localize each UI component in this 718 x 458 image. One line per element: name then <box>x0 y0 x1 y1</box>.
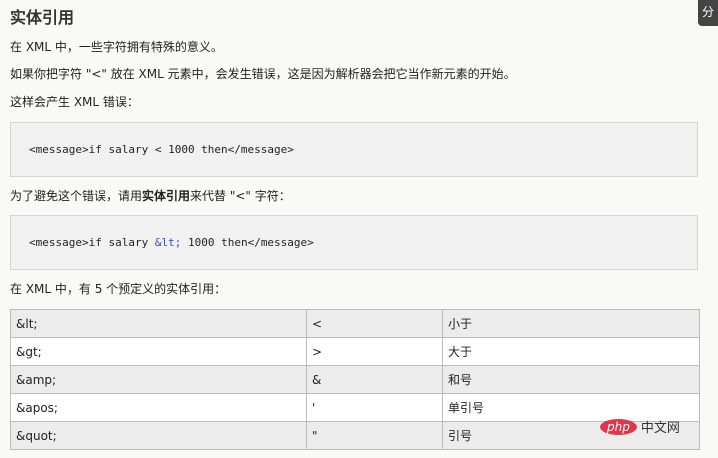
table-cell: 大于 <box>442 337 700 366</box>
paragraph: 这样会产生 XML 错误： <box>10 95 139 109</box>
share-button[interactable]: 分 <box>698 0 718 26</box>
table-cell: > <box>306 337 443 366</box>
entity-table: &lt; < 小于 &gt; > 大于 &amp; & 和号 &apos; ' 单引号 &quot; " 引… <box>10 309 700 450</box>
code-block: <message>if salary < 1000 then</message> <box>10 122 698 177</box>
code-text: <message>if salary < 1000 then</message> <box>29 143 294 156</box>
php-logo: php <box>600 418 637 435</box>
paragraph: 为了避免这个错误，请用实体引用来代替 "<" 字符： <box>10 187 291 204</box>
table-row: &amp; & 和号 <box>10 365 700 394</box>
table-cell: " <box>306 421 443 450</box>
table-row: &gt; > 大于 <box>10 337 700 366</box>
paragraph: 在 XML 中，一些字符拥有特殊的意义。 <box>10 40 223 54</box>
table-cell: ' <box>306 393 443 422</box>
entity-highlight: &lt; <box>154 236 182 249</box>
table-cell: &apos; <box>10 393 307 422</box>
paragraph: 在 XML 中，有 5 个预定义的实体引用： <box>10 282 227 296</box>
watermark: php 中文网 <box>600 417 680 436</box>
code-part: <message>if salary <box>29 236 155 249</box>
table-cell: &lt; <box>10 309 307 338</box>
table-cell: 和号 <box>442 365 700 394</box>
table-cell: < <box>306 309 443 338</box>
table-row: &lt; < 小于 <box>10 309 700 338</box>
text: 来代替 "<" 字符： <box>190 189 291 203</box>
table-cell: &quot; <box>10 421 307 450</box>
table-cell: 小于 <box>442 309 700 338</box>
paragraph: 如果你把字符 "<" 放在 XML 元素中，会发生错误，这是因为解析器会把它当作… <box>10 67 516 81</box>
text: 为了避免这个错误，请用 <box>10 189 143 203</box>
table-cell: & <box>306 365 443 394</box>
table-row: &quot; " 引号 <box>10 421 700 450</box>
watermark-text: 中文网 <box>640 421 680 436</box>
section-title: 实体引用 <box>10 8 75 27</box>
table-cell: &gt; <box>10 337 307 366</box>
code-block: <message>if salary &lt; 1000 then</messa… <box>10 215 698 270</box>
table-cell: &amp; <box>10 365 307 394</box>
code-part: 1000 then</message> <box>181 236 314 249</box>
table-row: &apos; ' 单引号 <box>10 393 700 422</box>
bold-text: 实体引用 <box>142 189 191 203</box>
code-text: <message>if salary &lt; 1000 then</messa… <box>29 236 314 249</box>
